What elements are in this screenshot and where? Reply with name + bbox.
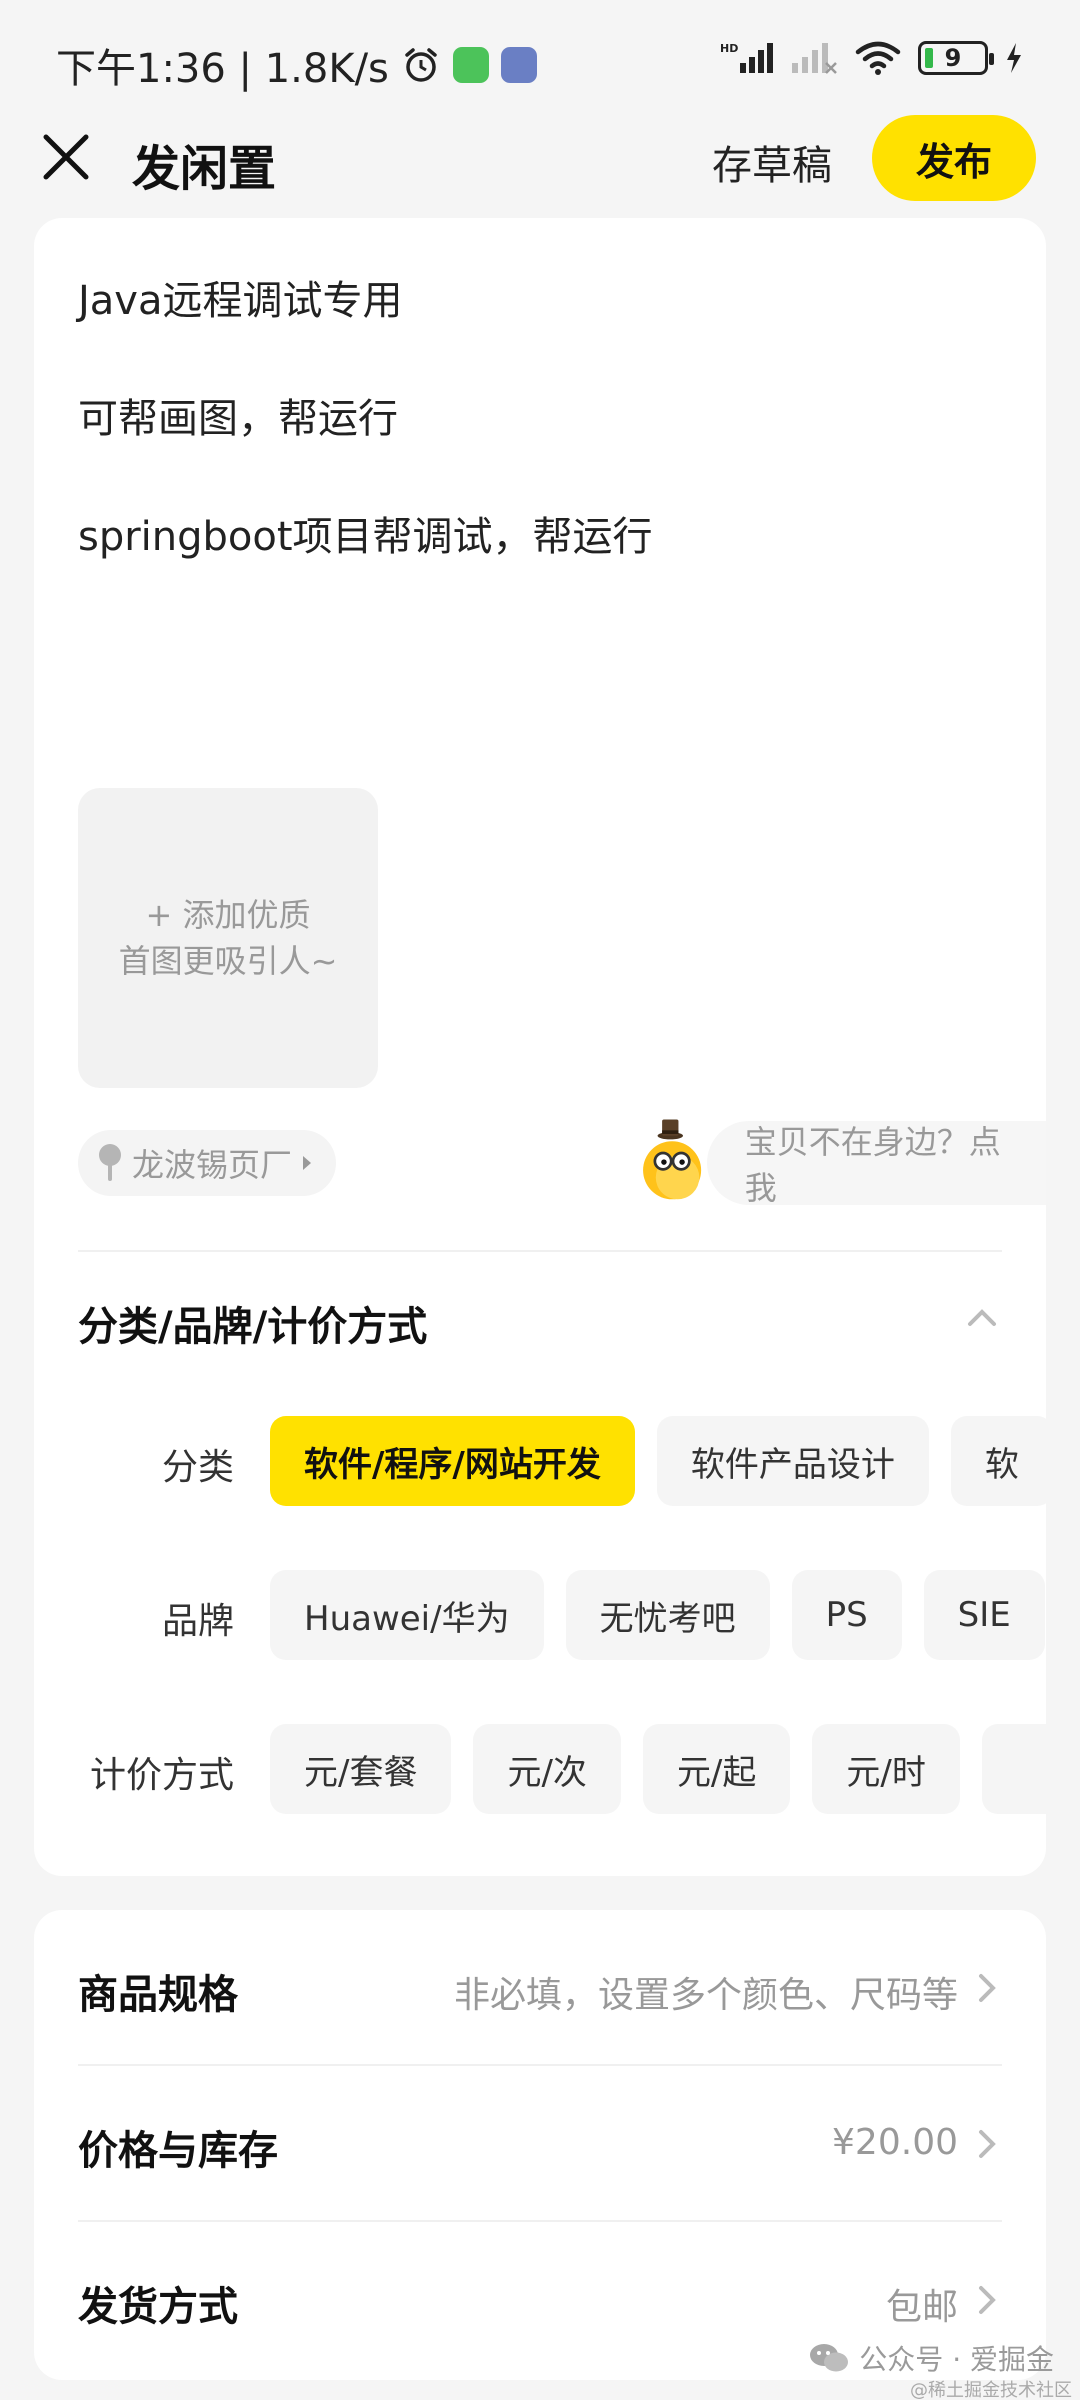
watermark-subtext: @稀土掘金技术社区 (910, 2380, 1072, 2400)
pricing-method-options: 元/套餐 元/次 元/起 元/时 (270, 1724, 1046, 1814)
category-row: 分类 软件/程序/网站开发 软件产品设计 软 (34, 1416, 1046, 1508)
spec-value: ¥20.00 (832, 2122, 958, 2163)
category-options: 软件/程序/网站开发 软件产品设计 软 (270, 1416, 1046, 1506)
spec-label: 商品规格 (78, 1972, 238, 2018)
signal-icon: HD (720, 42, 773, 73)
category-section-title: 分类/品牌/计价方式 (78, 1304, 428, 1350)
watermark-text: 公众号 · 爱掘金 (859, 2343, 1054, 2376)
helper-prompt[interactable]: 宝贝不在身边？点我 (634, 1118, 1046, 1208)
pricing-option[interactable] (981, 1724, 1046, 1814)
helper-text-bubble: 宝贝不在身边？点我 (706, 1121, 1046, 1207)
chevron-right-icon (979, 2130, 996, 2158)
spec-row-price-stock[interactable]: 价格与库存 ¥20.00 (34, 2066, 1046, 2222)
brand-option[interactable]: Huawei/华为 (270, 1570, 544, 1660)
chevron-right-icon (979, 1974, 996, 2002)
pricing-option[interactable]: 元/次 (473, 1724, 621, 1814)
spec-label: 价格与库存 (78, 2128, 278, 2174)
description-line[interactable]: springboot项目帮调试，帮运行 (78, 504, 653, 562)
description-line[interactable]: 可帮画图，帮运行 (78, 386, 398, 444)
location-pin-icon (99, 1144, 121, 1181)
page-title: 发闲置 (132, 141, 277, 197)
description-line[interactable]: Java远程调试专用 (78, 268, 403, 326)
category-label: 分类 (161, 1447, 234, 1488)
chevron-right-icon (979, 2286, 996, 2314)
specs-card: 商品规格 非必填，设置多个颜色、尺码等 价格与库存 ¥20.00 发货方式 包邮 (34, 1910, 1046, 2380)
pricing-method-label: 计价方式 (89, 1755, 234, 1796)
spec-label: 发货方式 (78, 2284, 238, 2330)
status-bar: 下午1:36 | 1.8K/s HD 9 (0, 0, 1080, 120)
status-left: 下午1:36 | 1.8K/s (56, 36, 537, 94)
add-photo-label: + 添加优质 (145, 896, 311, 934)
brand-label: 品牌 (161, 1601, 234, 1642)
close-icon[interactable] (36, 127, 96, 187)
publish-button[interactable]: 发布 (872, 115, 1036, 201)
pricing-option[interactable]: 元/时 (812, 1724, 960, 1814)
alarm-icon (405, 48, 437, 82)
pricing-option[interactable]: 元/起 (642, 1724, 791, 1814)
battery-level: 9 (944, 44, 962, 72)
add-photo-button[interactable]: + 添加优质 首图更吸引人~ (78, 788, 378, 1088)
app-notification-icon (500, 47, 537, 83)
spec-row-variants[interactable]: 商品规格 非必填，设置多个颜色、尺码等 (34, 1910, 1046, 2066)
chevron-up-icon[interactable] (962, 1298, 1002, 1338)
listing-card: Java远程调试专用 可帮画图，帮运行 springboot项目帮调试，帮运行 … (34, 218, 1046, 1876)
spec-value: 包邮 (885, 2287, 958, 2328)
mascot-icon (643, 1119, 702, 1200)
location-label: 龙波锡页厂 (132, 1146, 293, 1184)
caret-right-icon (303, 1156, 312, 1170)
pricing-method-row: 计价方式 元/套餐 元/次 元/起 元/时 (34, 1724, 1046, 1816)
watermark: 公众号 · 爱掘金 (809, 2338, 1054, 2378)
category-option[interactable]: 软 (950, 1416, 1046, 1506)
status-right: HD 9 (720, 40, 1024, 76)
brand-option[interactable]: 无忧考吧 (565, 1570, 770, 1660)
wechat-logo-icon (810, 2344, 849, 2372)
svg-text:HD: HD (720, 42, 738, 55)
add-photo-hint: 首图更吸引人~ (118, 942, 338, 980)
wechat-notification-icon (452, 47, 489, 83)
category-option[interactable]: 软件/程序/网站开发 (270, 1416, 635, 1506)
helper-label: 宝贝不在身边？点我 (744, 1123, 1001, 1207)
battery-indicator: 9 (918, 41, 994, 75)
brand-options: Huawei/华为 无忧考吧 PS SIE (270, 1570, 1045, 1660)
signal-weak-icon (792, 43, 837, 74)
brand-row: 品牌 Huawei/华为 无忧考吧 PS SIE (34, 1570, 1046, 1662)
location-selector[interactable]: 龙波锡页厂 (78, 1130, 337, 1196)
pricing-option[interactable]: 元/套餐 (270, 1724, 452, 1814)
brand-option[interactable]: PS (791, 1570, 902, 1660)
spec-value: 非必填，设置多个颜色、尺码等 (453, 1975, 958, 2016)
charging-icon (1007, 43, 1021, 73)
status-time-speed: 下午1:36 | 1.8K/s (56, 46, 389, 92)
wifi-icon (855, 41, 901, 75)
save-draft-button[interactable]: 存草稿 (712, 133, 832, 191)
category-option[interactable]: 软件产品设计 (656, 1416, 929, 1506)
divider (78, 1250, 1002, 1252)
brand-option[interactable]: SIE (923, 1570, 1045, 1660)
